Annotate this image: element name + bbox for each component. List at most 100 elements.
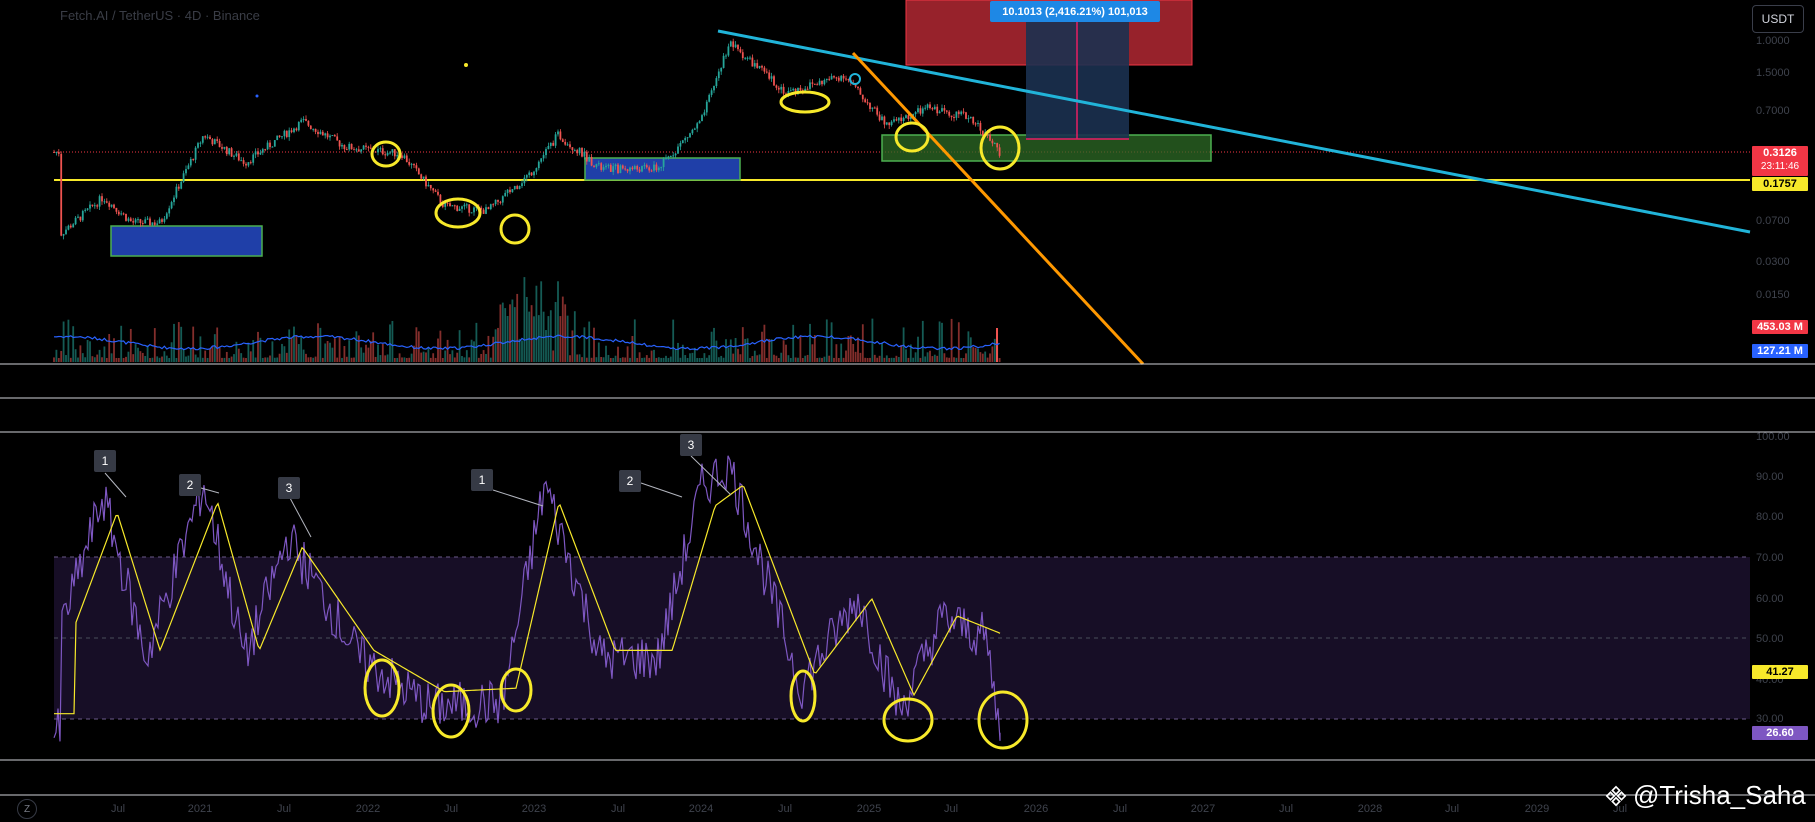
- volume-bar: [348, 340, 351, 362]
- candle-body: [573, 150, 576, 152]
- volume-bar: [465, 350, 468, 362]
- volume-bar: [463, 357, 466, 362]
- volume-bar: [919, 357, 922, 362]
- volume-bar: [225, 351, 228, 362]
- candle-body: [518, 186, 521, 189]
- candle-body: [151, 222, 154, 226]
- volume-bar: [590, 357, 593, 362]
- candle-body: [362, 145, 365, 150]
- candle-body: [765, 71, 768, 73]
- time-tick-label: Jul: [277, 803, 291, 815]
- peak-badge[interactable]: 3: [680, 434, 702, 456]
- peak-badge[interactable]: 2: [179, 474, 201, 496]
- candle-body: [456, 205, 459, 211]
- volume-bar: [247, 342, 250, 362]
- candle-body: [665, 157, 667, 159]
- candle-body: [288, 130, 291, 138]
- countdown: 23:11:46: [1760, 161, 1800, 172]
- volume-bar: [199, 336, 202, 362]
- candle-body: [595, 164, 598, 167]
- peak-badge[interactable]: 1: [94, 450, 116, 472]
- volume-bar: [569, 355, 571, 362]
- volume-bar: [619, 357, 622, 362]
- volume-bar: [984, 351, 987, 362]
- volume-bar: [209, 348, 211, 362]
- candle-body: [434, 190, 437, 192]
- currency-button[interactable]: USDT: [1752, 5, 1804, 33]
- volume-bar: [725, 339, 727, 362]
- candle-body: [588, 156, 591, 162]
- candle-body: [177, 186, 180, 189]
- candle-body: [917, 108, 919, 113]
- volume-bar: [986, 357, 989, 362]
- volume-bar: [943, 353, 946, 362]
- volume-bar: [74, 349, 77, 362]
- candle-body: [278, 135, 281, 137]
- volume-bar: [773, 354, 775, 362]
- candle-body: [753, 63, 756, 67]
- candle-body: [201, 136, 204, 143]
- tradingview-logo-icon[interactable]: Z: [17, 799, 37, 819]
- price-tick-label: 0.7000: [1756, 105, 1790, 117]
- volume-bar: [878, 355, 881, 362]
- candle-body: [492, 204, 495, 206]
- candle-body: [225, 146, 228, 155]
- time-tick-label: 2026: [1024, 803, 1048, 815]
- candle-body: [722, 55, 725, 68]
- candle-body: [866, 102, 869, 104]
- candle-body: [895, 119, 898, 121]
- candle-body: [170, 202, 173, 209]
- candle-body: [420, 174, 423, 179]
- volume-bar: [201, 357, 204, 362]
- candle-body: [569, 144, 571, 148]
- candle-body: [185, 169, 187, 174]
- volume-bar: [194, 354, 197, 362]
- candle-body: [576, 150, 579, 154]
- candle-body: [281, 136, 283, 138]
- volume-bar: [631, 335, 634, 362]
- candle-body: [91, 204, 94, 206]
- volume-bar: [206, 357, 209, 362]
- peak-badge[interactable]: 3: [278, 477, 300, 499]
- candle-body: [537, 161, 540, 169]
- candle-body: [161, 219, 163, 222]
- volume-bar: [763, 324, 766, 362]
- volume-bar: [523, 277, 526, 362]
- candle-body: [571, 147, 574, 151]
- chart-canvas[interactable]: 1.00001.50000.70000.07000.03000.0150 100…: [0, 0, 1815, 822]
- volume-bar: [417, 331, 420, 362]
- volume-bar: [273, 357, 276, 362]
- candle-body: [470, 212, 473, 214]
- candle-body: [62, 234, 65, 236]
- candle-body: [545, 149, 547, 156]
- volume-bar: [686, 357, 689, 362]
- volume-bar: [103, 346, 106, 362]
- accumulation-box-1[interactable]: [110, 225, 263, 257]
- volume-bar: [98, 349, 101, 362]
- accumulation-box-2[interactable]: [584, 157, 741, 181]
- rsi-pane: 100.0090.0080.0070.0060.0050.0040.0030.0…: [53, 431, 1790, 750]
- volume-bar: [137, 347, 139, 362]
- volume-bar: [765, 357, 768, 362]
- volume-bar: [511, 299, 514, 362]
- peak-badge[interactable]: 1: [471, 469, 493, 491]
- volume-bar: [55, 349, 58, 362]
- candle-body: [905, 115, 907, 118]
- volume-bar: [845, 350, 847, 362]
- candle-body: [249, 162, 252, 164]
- volume-bar: [809, 323, 811, 362]
- candle-body: [173, 197, 175, 203]
- candle-body: [679, 143, 682, 147]
- descending-trendline[interactable]: [717, 29, 1751, 234]
- candle-body: [86, 208, 89, 210]
- volume-bar: [571, 330, 574, 362]
- volume-bar: [780, 352, 783, 362]
- candle-body: [737, 44, 739, 50]
- candle-body: [845, 78, 847, 80]
- candle-body: [79, 216, 82, 221]
- candle-body: [691, 129, 694, 134]
- peak-badge[interactable]: 2: [619, 470, 641, 492]
- volume-bar: [127, 351, 130, 362]
- candle-body: [60, 153, 63, 236]
- candle-body: [811, 82, 814, 84]
